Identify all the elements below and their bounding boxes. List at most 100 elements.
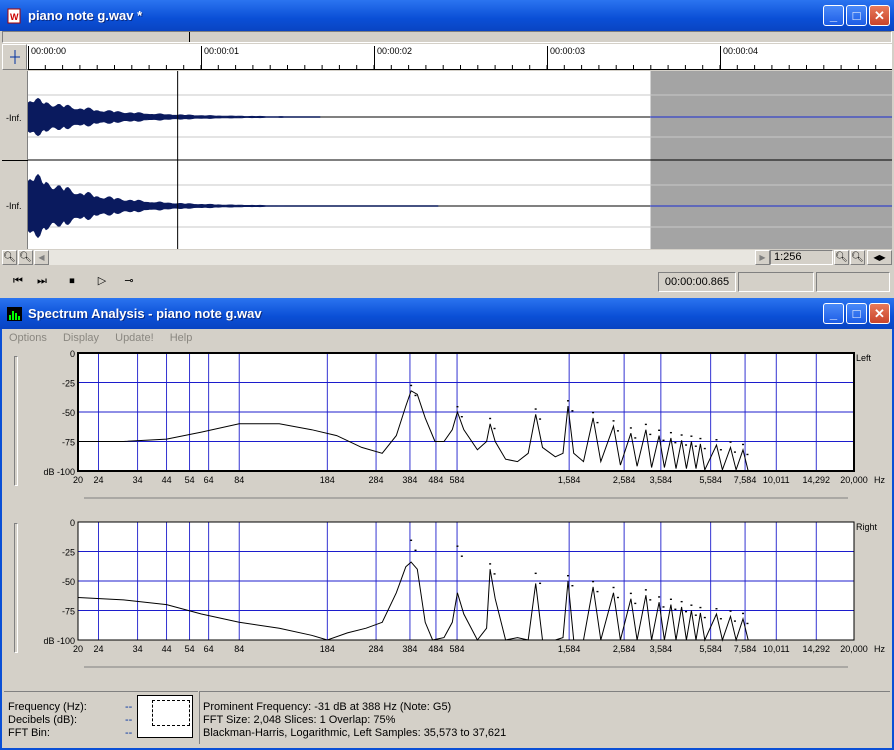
channel-2-level: -Inf. [6,201,22,211]
peak-hold-dot [669,598,672,600]
menu-display[interactable]: Display [63,329,99,347]
peak-hold-dot [746,622,749,625]
info-label-frequency: Frequency (Hz): [8,701,87,713]
position-time-display: 00:00:00.865 [658,272,736,292]
peak-hold-dot [414,549,417,551]
x-tick-label: 24 [93,475,103,485]
info-value-frequency: -- [125,701,133,713]
spectrum-graphs[interactable]: 0-25-50-75dB -10020 24 34 44 54 64 84 184 284 384… [2,347,892,687]
peak-hold-dot [612,420,615,422]
audio-window-title: piano note g.wav * [28,8,143,23]
peak-hold-dot [685,610,688,613]
y-tick-label: 0 [70,349,75,359]
spectrum-maximize-button[interactable]: □ [846,303,867,324]
menu-options[interactable]: Options [9,329,47,347]
peak-hold-dot [460,555,463,557]
status-panel: Prominent Frequency: -31 dB at 388 Hz (N… [199,691,890,744]
peak-hold-dot [596,590,599,593]
spectrum-menu-bar: Options Display Update! Help [9,329,205,347]
peak-hold-dot [629,427,632,429]
x-tick-label: 384 [402,475,417,485]
menu-update[interactable]: Update! [115,329,154,347]
x-tick-label: 284 [369,644,384,654]
play-button[interactable]: ▷ [92,272,112,290]
zoom-out-vertical-button[interactable]: 🔍︎ [18,250,33,265]
peak-hold-dot [733,451,736,453]
peak-hold-dot [694,614,697,616]
time-ruler[interactable]: 00:00:00 00:00:01 00:00:02 00:00:03 00:0… [2,44,892,70]
horizontal-scrollbar-track[interactable] [49,250,755,265]
peak-hold-dot [489,417,492,420]
x-tick-label: 54 [185,644,195,654]
peak-hold-dot [719,449,722,451]
scroll-left-button[interactable]: ◀ [34,250,49,265]
x-tick-label: 7,584 [734,644,757,654]
peak-hold-dot [634,602,637,605]
x-tick-label: 3,584 [650,475,673,485]
play-looped-button[interactable]: ⊸ [118,272,140,290]
x-unit-label: Hz [874,644,885,654]
peak-hold-dot [644,589,647,591]
peak-hold-dot [489,563,492,565]
spectrum-close-button[interactable]: ✕ [869,303,890,324]
zoom-out-button[interactable]: 🔍︎ [850,250,865,265]
waveform-display[interactable] [28,71,892,249]
zoom-fit-button[interactable]: ◀▶ [867,250,892,265]
peak-hold-dot [674,608,677,610]
x-tick-label: 184 [320,644,335,654]
selection-end-display [816,272,890,292]
x-tick-label: 584 [450,644,465,654]
ruler-label-4: 00:00:04 [723,46,759,56]
ruler-corner-button[interactable] [2,44,27,70]
peak-hold-dot [534,408,537,410]
close-icon: ✕ [874,7,885,23]
minimize-button[interactable]: _ [823,5,844,26]
info-label-fftbin: FFT Bin: [8,727,50,739]
overview-bar[interactable] [2,31,892,43]
x-tick-label: 84 [234,475,244,485]
spectrum-minimize-button[interactable]: _ [823,303,844,324]
x-tick-label: 1,584 [558,475,581,485]
y-tick-label: -25 [62,379,75,389]
go-to-end-button[interactable]: ⏭ [32,272,52,290]
zoom-in-vertical-button[interactable]: 🔍︎ [2,250,17,265]
peak-hold-dot [644,423,647,426]
maximize-button[interactable]: □ [846,5,867,26]
transport-bar: ⏮ ⏭ ⏹ ▷ ⊸ 00:00:00.865 [2,268,892,294]
ruler-scale: 00:00:00 00:00:01 00:00:02 00:00:03 00:0… [28,44,892,70]
x-tick-label: 184 [320,475,335,485]
peak-hold-dot [571,410,574,412]
peak-hold-dot [596,421,599,424]
peak-hold-dot [703,447,706,450]
x-tick-label: 54 [185,475,195,485]
peak-hold-dot [534,572,537,575]
spectrum-title-bar[interactable]: Spectrum Analysis - piano note g.wav _ □… [0,298,894,329]
x-tick-label: 64 [204,644,214,654]
maximize-icon: □ [852,306,861,321]
channel-labels: -Inf. -Inf. [2,71,28,249]
peak-hold-dot [539,582,542,585]
peak-hold-dot [703,616,706,619]
status-window-samples: Blackman-Harris, Logarithmic, Left Sampl… [203,727,507,739]
menu-help[interactable]: Help [170,329,193,347]
status-fft-size: FFT Size: 2,048 Slices: 1 Overlap: 75% [203,714,396,726]
peak-hold-dot [539,418,542,420]
minimize-icon: _ [829,306,838,321]
go-to-start-button[interactable]: ⏮ [8,272,28,290]
y-tick-label: 0 [70,518,75,528]
peak-hold-dot [690,435,693,437]
peak-hold-dot [719,618,722,620]
minimize-icon: _ [829,8,838,23]
peak-hold-dot [658,596,661,598]
close-button[interactable]: ✕ [869,5,890,26]
x-tick-label: 24 [93,644,103,654]
audio-title-bar[interactable]: W piano note g.wav * _ □ ✕ [0,0,894,31]
stop-button[interactable]: ⏹ [62,272,82,290]
peak-hold-dot [612,586,615,589]
x-tick-label: 20 [73,644,83,654]
info-label-decibels: Decibels (dB): [8,714,78,726]
channel-label-1: Right [856,522,878,532]
peak-hold-dot [649,433,652,436]
scroll-right-button[interactable]: ▶ [755,250,770,265]
zoom-in-button[interactable]: 🔍︎ [834,250,849,265]
